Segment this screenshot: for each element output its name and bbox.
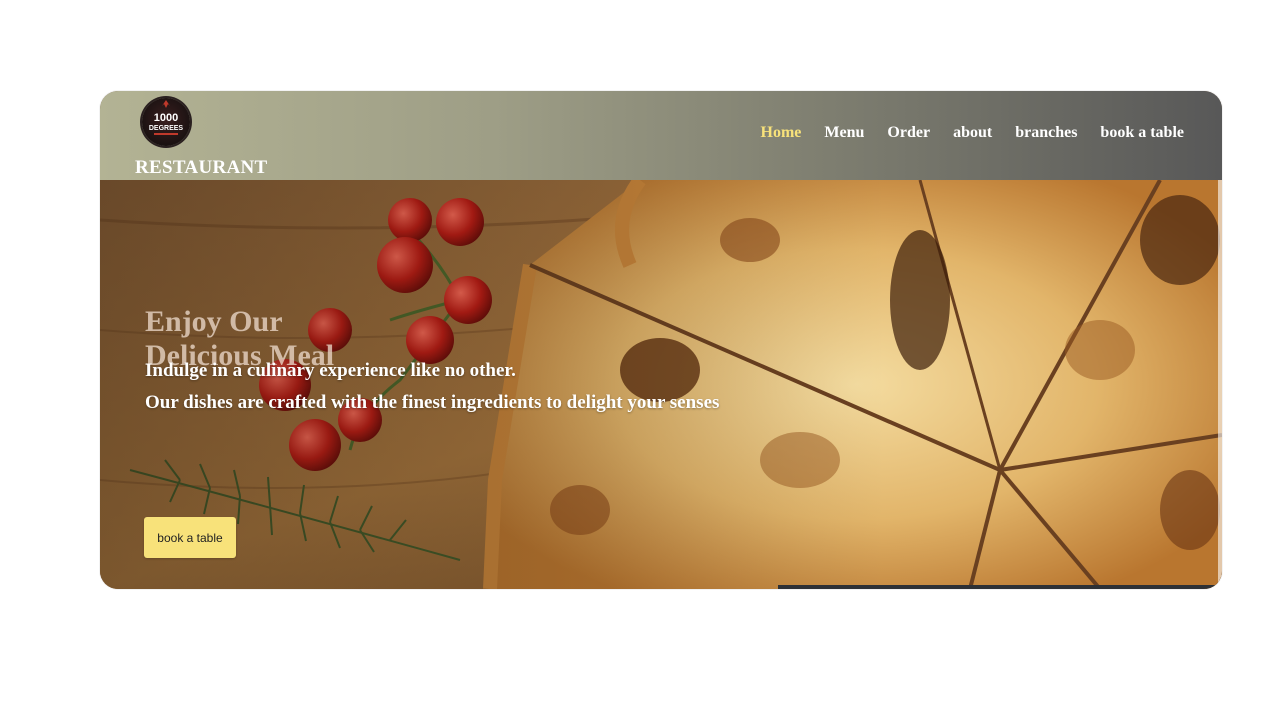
hero-overlay: [100, 180, 1222, 589]
logo-icon: 1000 DEGREES: [149, 100, 184, 135]
nav-about[interactable]: about: [953, 124, 992, 142]
hero-tagline-1: Indulge in a culinary experience like no…: [145, 360, 516, 381]
site-header: 1000 DEGREES RESTAURANT Home Menu Order …: [100, 91, 1222, 180]
logo[interactable]: 1000 DEGREES: [142, 98, 190, 146]
nav-menu[interactable]: Menu: [824, 124, 864, 142]
nav-order[interactable]: Order: [887, 124, 930, 142]
nav-branches[interactable]: branches: [1015, 124, 1077, 142]
scrollbar[interactable]: [1218, 180, 1222, 589]
logo-text-bottom: DEGREES: [149, 125, 184, 132]
nav-book-a-table[interactable]: book a table: [1100, 124, 1184, 142]
brand-name: RESTAURANT: [135, 157, 268, 178]
bottom-bar: [778, 585, 1222, 589]
hero-section: Enjoy Our Delicious Meal Indulge in a cu…: [100, 180, 1222, 589]
book-a-table-button[interactable]: book a table: [144, 517, 236, 558]
nav-home[interactable]: Home: [761, 124, 802, 142]
logo-text-top: 1000: [154, 112, 178, 124]
main-nav: Home Menu Order about branches book a ta…: [738, 124, 1184, 142]
browser-frame: 1000 DEGREES RESTAURANT Home Menu Order …: [100, 91, 1222, 589]
hero-tagline-2: Our dishes are crafted with the finest i…: [145, 392, 720, 413]
